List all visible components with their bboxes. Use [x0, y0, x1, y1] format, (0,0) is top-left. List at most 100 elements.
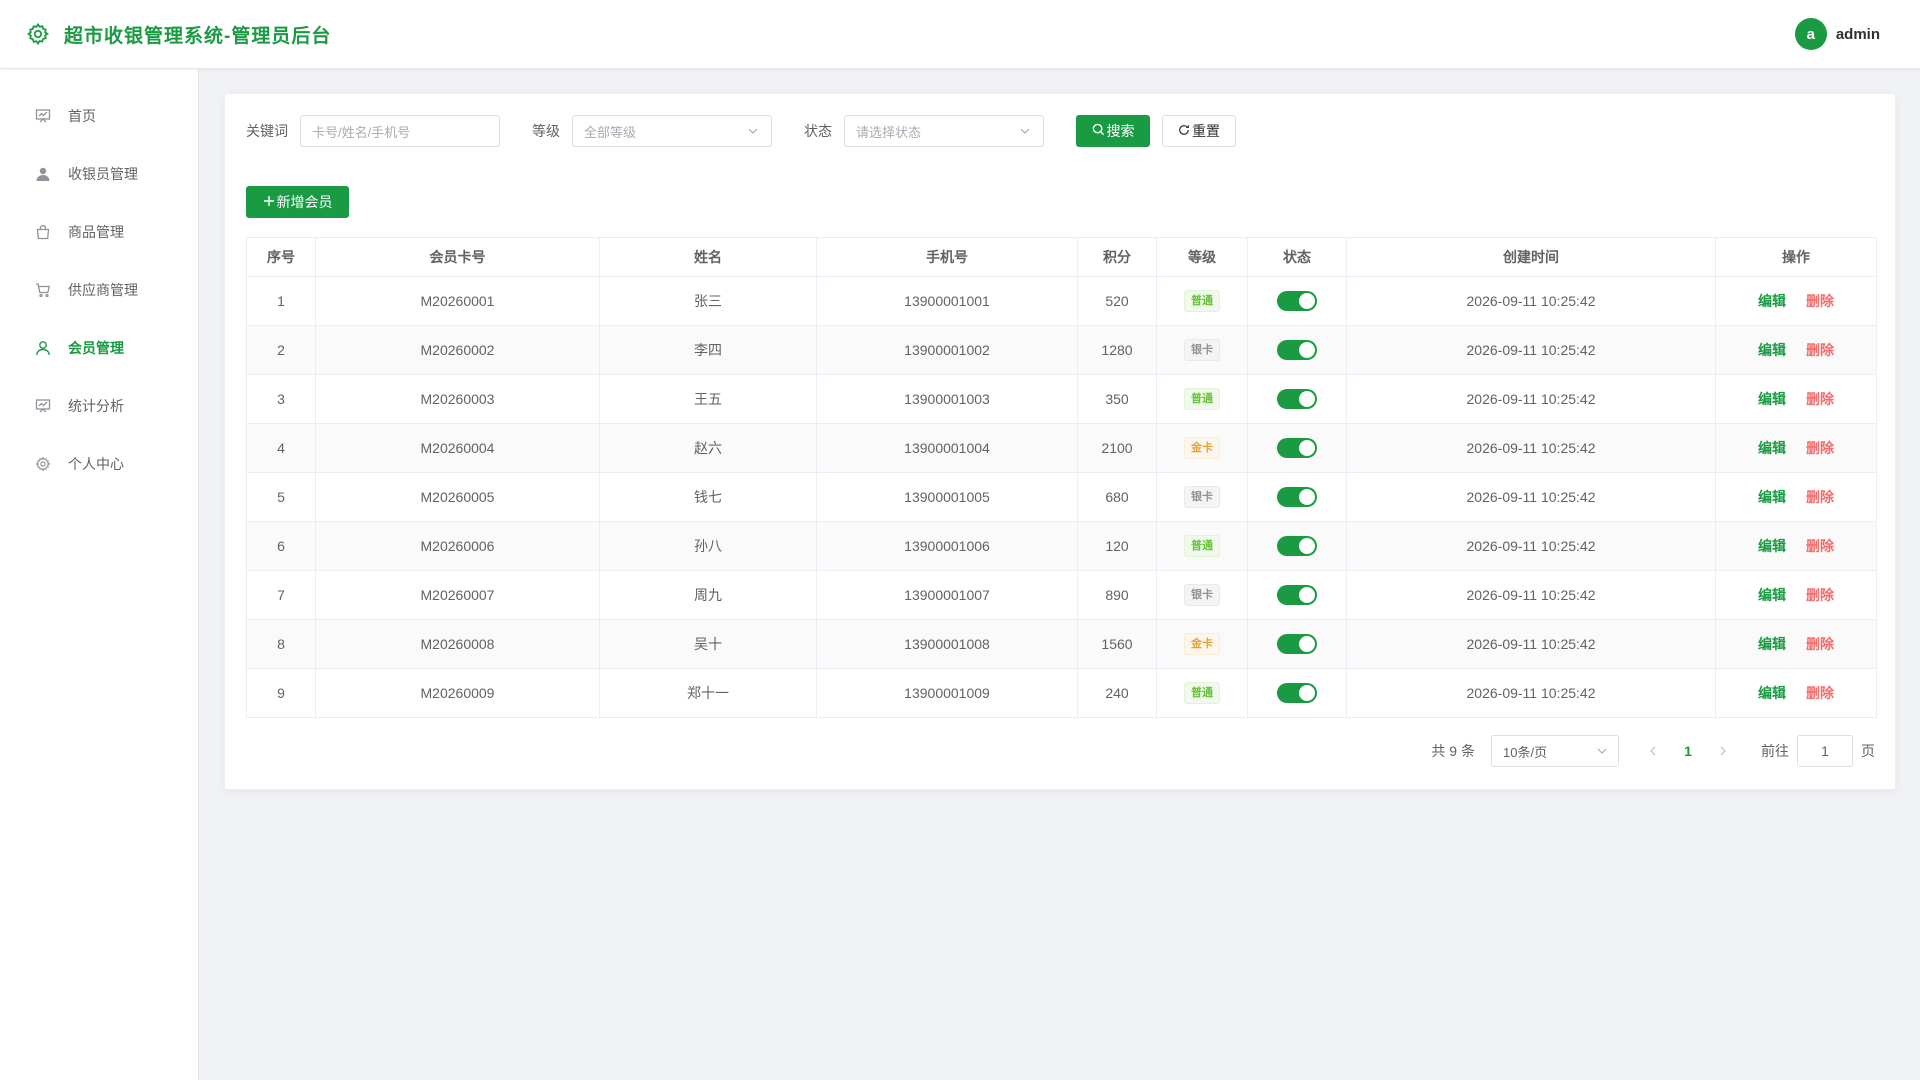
status-toggle[interactable]: [1277, 487, 1317, 507]
cell-actions: 编辑 删除: [1715, 276, 1877, 326]
search-button[interactable]: 搜索: [1076, 115, 1150, 147]
edit-button[interactable]: 编辑: [1758, 685, 1786, 701]
cell-actions: 编辑 删除: [1715, 668, 1877, 718]
edit-button[interactable]: 编辑: [1758, 391, 1786, 407]
col-header-created: 创建时间: [1346, 237, 1716, 277]
level-tag: 普通: [1184, 388, 1220, 410]
sidebar-item-cashiers[interactable]: 收银员管理: [0, 145, 198, 203]
status-toggle[interactable]: [1277, 291, 1317, 311]
cell-status: [1247, 619, 1347, 669]
delete-button[interactable]: 删除: [1806, 636, 1834, 652]
status-select-placeholder: 请选择状态: [856, 124, 922, 140]
col-header-status: 状态: [1247, 237, 1347, 277]
cell-created: 2026-09-11 10:25:42: [1346, 668, 1716, 718]
keyword-input[interactable]: 卡号/姓名/手机号: [300, 115, 500, 147]
cell-created: 2026-09-11 10:25:42: [1346, 276, 1716, 326]
chevron-down-icon: [1019, 125, 1031, 137]
cell-card: M20260009: [315, 668, 600, 718]
cell-card: M20260006: [315, 521, 600, 571]
cell-phone: 13900001007: [816, 570, 1078, 620]
sidebar-item-suppliers[interactable]: 供应商管理: [0, 261, 198, 319]
level-select[interactable]: 全部等级: [572, 115, 772, 147]
table-row: 6 M20260006 孙八 13900001006 120 普通 2026-09-11 1…: [246, 521, 1877, 571]
next-page-button[interactable]: [1711, 743, 1735, 759]
edit-button[interactable]: 编辑: [1758, 293, 1786, 309]
status-toggle[interactable]: [1277, 683, 1317, 703]
status-toggle[interactable]: [1277, 389, 1317, 409]
delete-button[interactable]: 删除: [1806, 685, 1834, 701]
status-toggle[interactable]: [1277, 634, 1317, 654]
cell-actions: 编辑 删除: [1715, 374, 1877, 424]
sidebar-item-members[interactable]: 会员管理: [0, 319, 198, 377]
add-member-button[interactable]: 新增会员: [246, 186, 349, 218]
prev-page-button[interactable]: [1641, 743, 1665, 759]
status-toggle[interactable]: [1277, 585, 1317, 605]
keyword-placeholder: 卡号/姓名/手机号: [312, 124, 411, 140]
delete-button[interactable]: 删除: [1806, 391, 1834, 407]
goto-page-input[interactable]: 1: [1797, 735, 1853, 767]
edit-button[interactable]: 编辑: [1758, 440, 1786, 456]
delete-button[interactable]: 删除: [1806, 489, 1834, 505]
edit-button[interactable]: 编辑: [1758, 489, 1786, 505]
page-number-current[interactable]: 1: [1673, 743, 1703, 759]
edit-button[interactable]: 编辑: [1758, 636, 1786, 652]
presentation-icon: [34, 107, 52, 125]
table-row: 4 M20260004 赵六 13900001004 2100 金卡 2026-09-11 …: [246, 423, 1877, 473]
user-menu[interactable]: a admin: [1794, 18, 1880, 50]
sidebar-item-home[interactable]: 首页: [0, 87, 198, 145]
delete-button[interactable]: 删除: [1806, 440, 1834, 456]
sidebar-item-profile[interactable]: 个人中心: [0, 435, 198, 493]
status-select[interactable]: 请选择状态: [844, 115, 1044, 147]
cell-points: 680: [1077, 472, 1157, 522]
status-toggle[interactable]: [1277, 536, 1317, 556]
sidebar-item-statistics[interactable]: 统计分析: [0, 377, 198, 435]
cell-status: [1247, 276, 1347, 326]
delete-button[interactable]: 删除: [1806, 587, 1834, 603]
refresh-icon: [1178, 123, 1192, 139]
cell-created: 2026-09-11 10:25:42: [1346, 619, 1716, 669]
delete-button[interactable]: 删除: [1806, 342, 1834, 358]
cell-phone: 13900001006: [816, 521, 1078, 571]
cell-card: M20260007: [315, 570, 600, 620]
user-solid-icon: [34, 165, 52, 183]
page-size-select[interactable]: 10条/页: [1491, 735, 1619, 767]
edit-button[interactable]: 编辑: [1758, 538, 1786, 554]
delete-button[interactable]: 删除: [1806, 538, 1834, 554]
delete-button[interactable]: 删除: [1806, 293, 1834, 309]
sidebar-item-label: 供应商管理: [68, 282, 138, 298]
cell-card: M20260005: [315, 472, 600, 522]
cell-name: 孙八: [599, 521, 817, 571]
status-toggle[interactable]: [1277, 340, 1317, 360]
cell-no: 9: [246, 668, 316, 718]
cell-points: 2100: [1077, 423, 1157, 473]
cell-actions: 编辑 删除: [1715, 521, 1877, 571]
goto-label: 前往: [1761, 743, 1789, 759]
cell-phone: 13900001004: [816, 423, 1078, 473]
cell-created: 2026-09-11 10:25:42: [1346, 521, 1716, 571]
sidebar-item-label: 个人中心: [68, 456, 124, 472]
search-button-label: 搜索: [1106, 123, 1135, 139]
cell-phone: 13900001009: [816, 668, 1078, 718]
status-label: 状态: [804, 123, 832, 139]
cell-actions: 编辑 删除: [1715, 325, 1877, 375]
edit-button[interactable]: 编辑: [1758, 342, 1786, 358]
app-title: 超市收银管理系统-管理员后台: [64, 25, 332, 47]
level-select-value: 全部等级: [584, 124, 637, 140]
sidebar-item-products[interactable]: 商品管理: [0, 203, 198, 261]
status-toggle[interactable]: [1277, 438, 1317, 458]
reset-button[interactable]: 重置: [1162, 115, 1236, 147]
add-member-label: 新增会员: [276, 194, 333, 210]
cell-status: [1247, 374, 1347, 424]
cell-no: 2: [246, 325, 316, 375]
cell-level: 金卡: [1156, 619, 1248, 669]
sidebar-item-label: 商品管理: [68, 224, 124, 240]
cell-created: 2026-09-11 10:25:42: [1346, 325, 1716, 375]
cell-created: 2026-09-11 10:25:42: [1346, 374, 1716, 424]
avatar[interactable]: a: [1794, 18, 1827, 50]
edit-button[interactable]: 编辑: [1758, 587, 1786, 603]
cell-card: M20260003: [315, 374, 600, 424]
cell-level: 普通: [1156, 668, 1248, 718]
username[interactable]: admin: [1836, 26, 1880, 43]
filter-bar: 关键词 卡号/姓名/手机号 等级 全部等级 状态 请选择状态 搜索 重置: [246, 115, 1236, 147]
sidebar-item-label: 会员管理: [68, 340, 124, 356]
